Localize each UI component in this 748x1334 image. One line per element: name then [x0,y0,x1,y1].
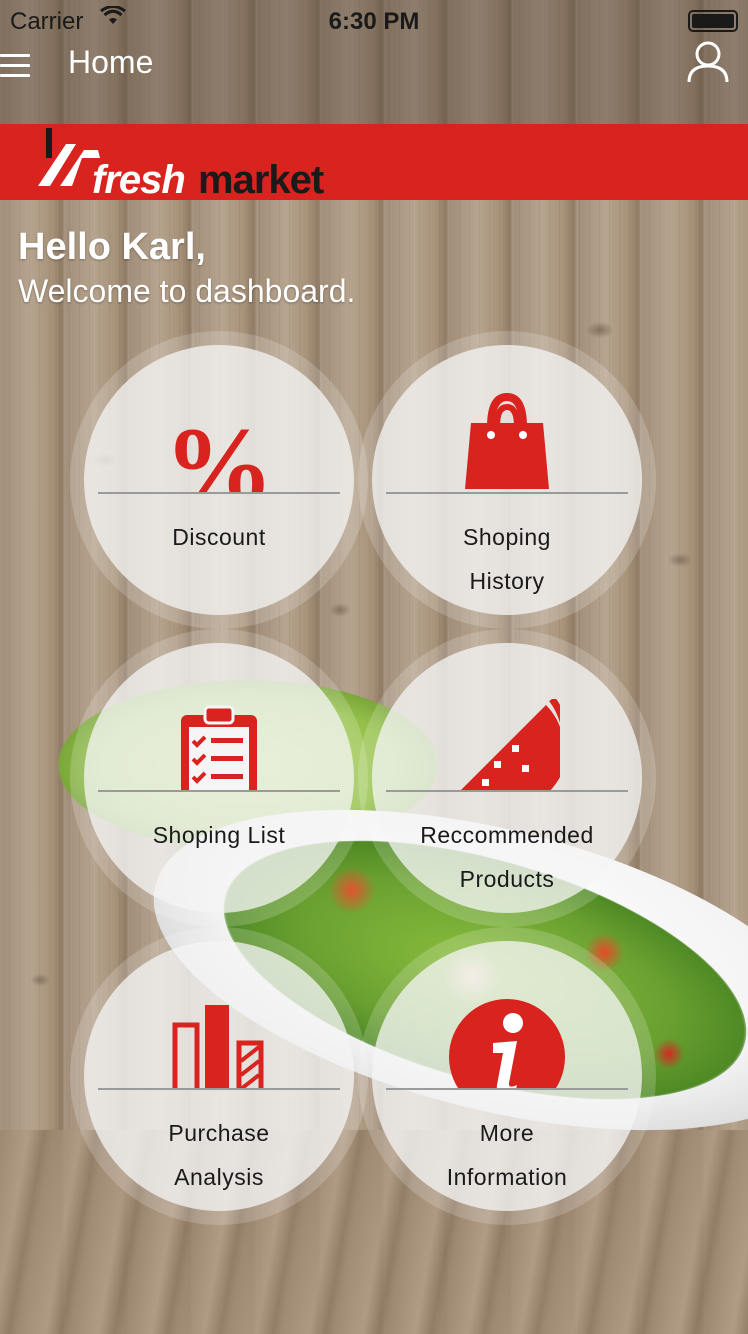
logo-text-fresh: fresh [92,158,186,202]
greeting-hello: Hello Karl, [18,226,206,268]
tile-recommended-products[interactable]: Reccommended Products [372,643,642,913]
logo-text-market: market [198,158,324,202]
watermelon-icon [460,699,560,791]
tile-shopping-list[interactable]: Shoping List [84,643,354,913]
tile-label: Purchase Analysis [168,1120,270,1190]
tile-label: Reccommended Products [420,822,594,892]
tile-divider [386,492,628,494]
tile-divider [386,790,628,792]
shopping-bag-icon [465,393,549,489]
page-title: Home [68,44,154,80]
tile-divider [98,1088,340,1090]
hamburger-menu-icon[interactable] [0,54,30,80]
tile-more-information[interactable]: More Information [372,941,642,1211]
greeting: Hello Karl, Welcome to dashboard. [18,226,355,310]
battery-icon [688,10,738,32]
tile-label: Shoping List [152,822,286,848]
svg-text:%: % [169,405,269,493]
freshmarket-logo: fresh market [36,128,356,202]
percent-icon: % [169,405,269,493]
status-bar: Carrier 6:30 PM [0,0,748,40]
brand-banner: fresh market [0,124,748,202]
tile-discount[interactable]: % Discount [84,345,354,615]
tile-label: Discount [172,524,266,550]
tile-divider [386,1088,628,1090]
user-profile-icon[interactable] [686,40,730,84]
tile-divider [98,492,340,494]
tile-divider [98,790,340,792]
nav-bar: Home [0,40,748,124]
tile-shopping-history[interactable]: Shoping History [372,345,642,615]
tile-label: More Information [446,1120,568,1190]
greeting-welcome: Welcome to dashboard. [18,273,356,309]
clipboard-checklist-icon [181,705,257,791]
info-icon [449,999,565,1089]
bar-chart-icon [172,1005,264,1089]
status-time: 6:30 PM [328,8,420,35]
tile-label: Shoping History [463,524,551,594]
tile-purchase-analysis[interactable]: Purchase Analysis [84,941,354,1211]
